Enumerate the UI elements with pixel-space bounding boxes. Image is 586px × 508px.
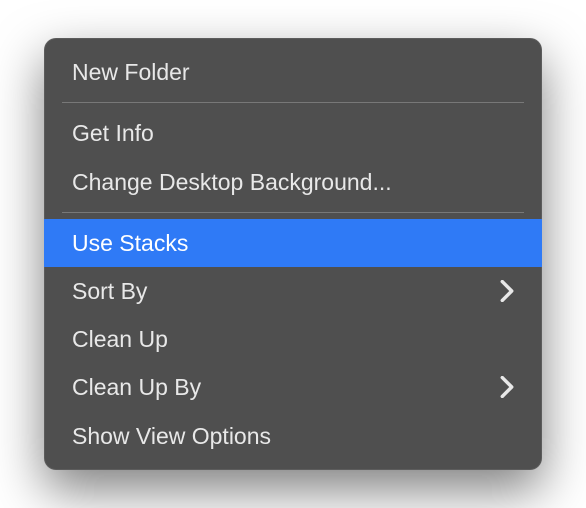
menu-item-label: Clean Up	[72, 323, 168, 355]
menu-item-label: Sort By	[72, 275, 147, 307]
menu-separator	[62, 102, 524, 103]
context-menu: New Folder Get Info Change Desktop Backg…	[44, 38, 542, 470]
menu-item-label: New Folder	[72, 56, 190, 88]
menu-item-change-desktop-background[interactable]: Change Desktop Background...	[44, 158, 542, 206]
menu-item-label: Show View Options	[72, 420, 271, 452]
menu-item-label: Change Desktop Background...	[72, 166, 392, 198]
menu-item-sort-by[interactable]: Sort By	[44, 267, 542, 315]
menu-item-show-view-options[interactable]: Show View Options	[44, 412, 542, 460]
menu-item-label: Use Stacks	[72, 227, 188, 259]
menu-separator	[62, 212, 524, 213]
menu-item-label: Clean Up By	[72, 371, 201, 403]
chevron-right-icon	[500, 376, 514, 398]
menu-item-use-stacks[interactable]: Use Stacks	[44, 219, 542, 267]
menu-item-new-folder[interactable]: New Folder	[44, 48, 542, 96]
menu-item-label: Get Info	[72, 117, 154, 149]
menu-item-clean-up-by[interactable]: Clean Up By	[44, 363, 542, 411]
chevron-right-icon	[500, 280, 514, 302]
menu-item-clean-up[interactable]: Clean Up	[44, 315, 542, 363]
menu-item-get-info[interactable]: Get Info	[44, 109, 542, 157]
